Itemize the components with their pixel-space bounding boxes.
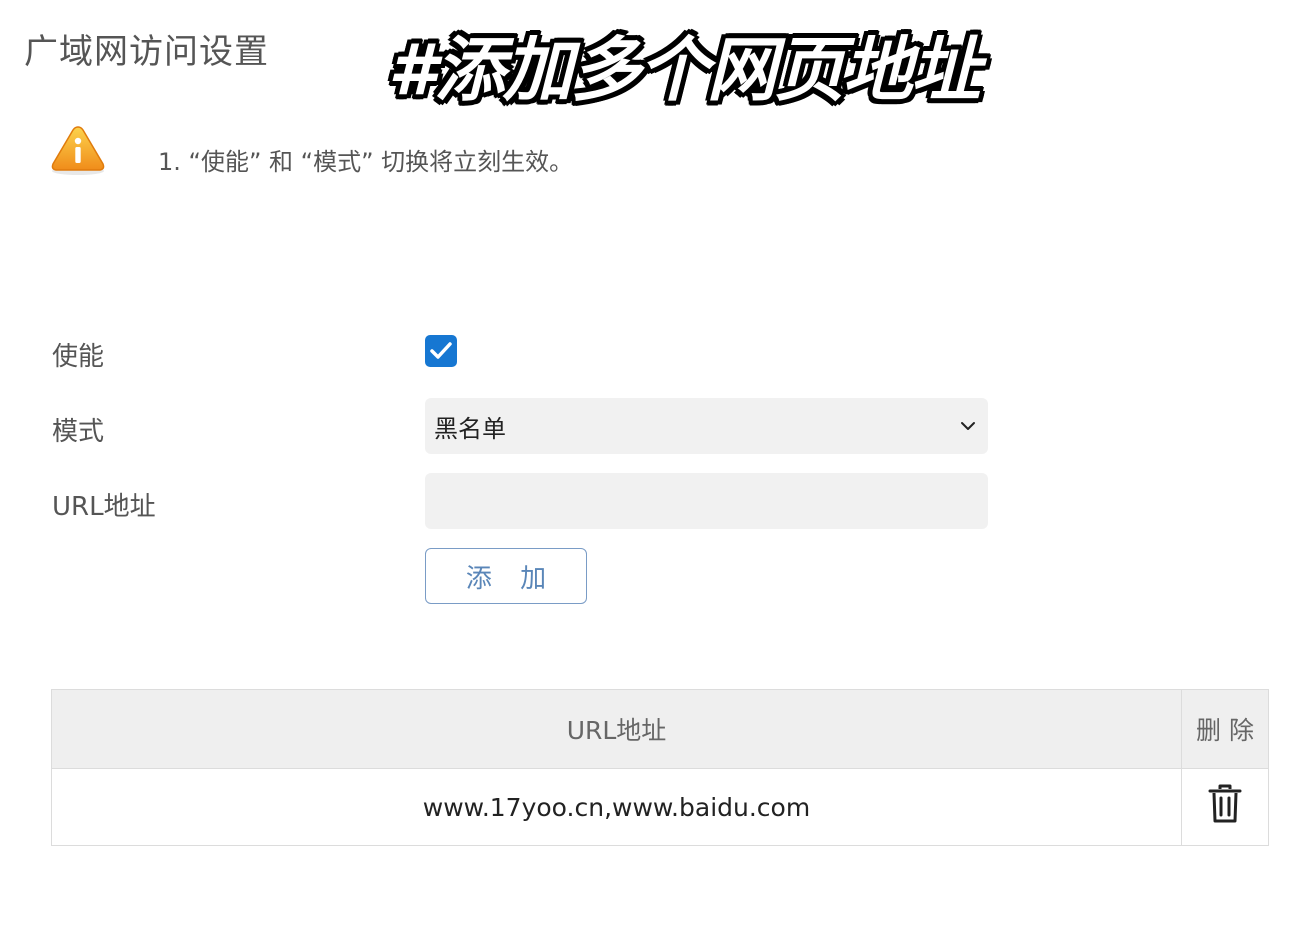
url-input[interactable] bbox=[425, 473, 988, 529]
checkmark-icon bbox=[430, 342, 452, 359]
add-button[interactable]: 添 加 bbox=[425, 548, 587, 604]
trash-icon[interactable] bbox=[1207, 784, 1243, 830]
url-label: URL地址 bbox=[52, 492, 156, 522]
mode-select-value: 黑名单 bbox=[434, 414, 506, 443]
enable-checkbox[interactable] bbox=[425, 335, 457, 367]
chevron-down-icon bbox=[961, 422, 975, 430]
mode-select[interactable]: 黑名单 bbox=[425, 398, 988, 454]
table-header-row: URL地址 删 除 bbox=[51, 689, 1269, 769]
url-column-header: URL地址 bbox=[51, 689, 1182, 769]
url-cell: www.17yoo.cn,www.baidu.com bbox=[51, 768, 1182, 846]
warning-icon bbox=[50, 124, 106, 176]
enable-label: 使能 bbox=[52, 342, 105, 372]
table-row: www.17yoo.cn,www.baidu.com bbox=[51, 768, 1269, 846]
page-title: 广域网访问设置 bbox=[24, 32, 269, 72]
mode-label: 模式 bbox=[52, 417, 105, 447]
notice-text: 1. “使能” 和 “模式” 切换将立刻生效。 bbox=[158, 148, 574, 176]
overlay-caption: #添加多个网页地址 bbox=[388, 29, 981, 111]
delete-column-header: 删 除 bbox=[1181, 689, 1269, 769]
delete-cell bbox=[1181, 768, 1269, 846]
url-table: URL地址 删 除 www.17yoo.cn,www.baidu.com bbox=[51, 689, 1269, 846]
